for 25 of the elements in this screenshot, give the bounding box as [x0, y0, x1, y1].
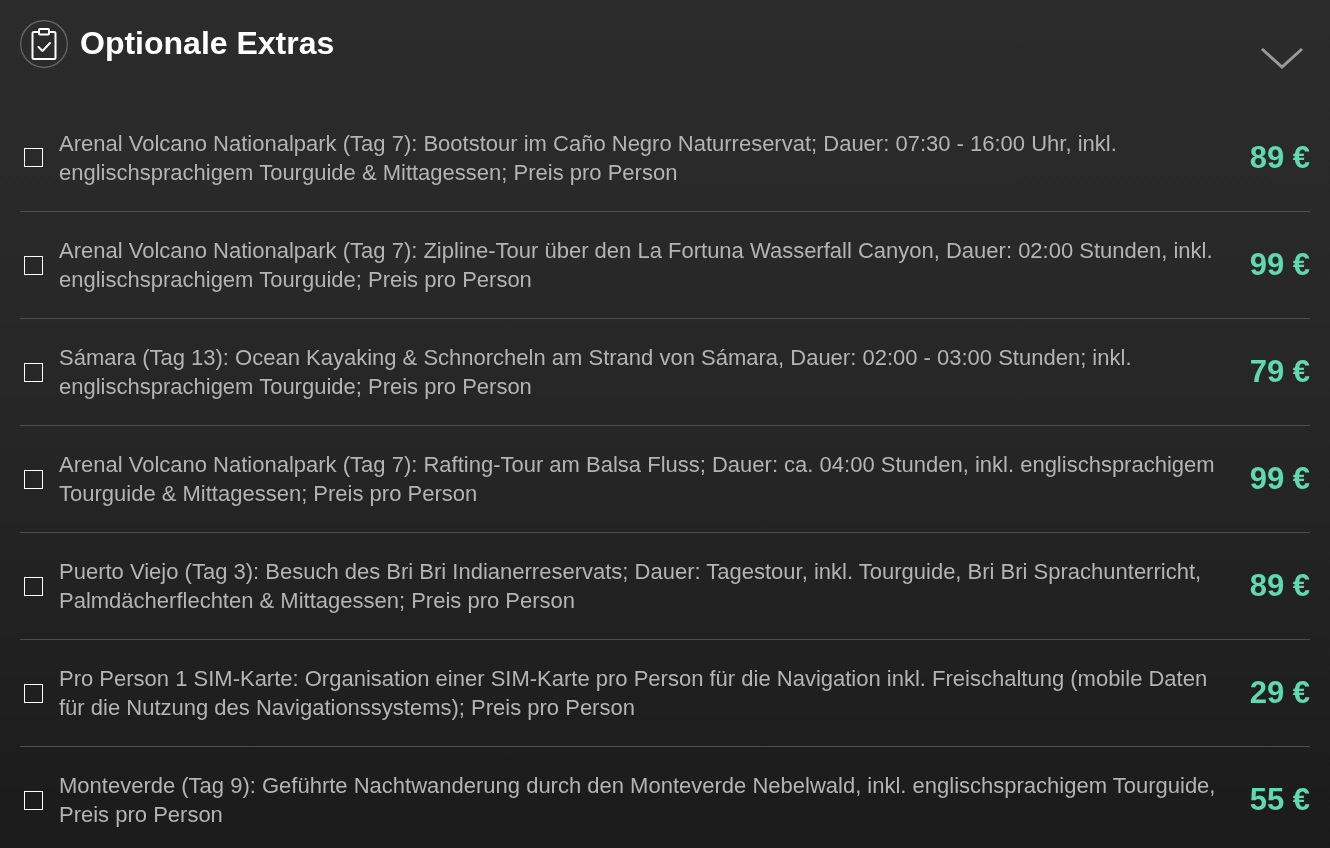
clipboard-check-icon — [20, 20, 68, 68]
extra-description: Arenal Volcano Nationalpark (Tag 7): Rafting-Tour am Balsa Fluss; Dauer: ca. 04:00 Stunden, inkl. englischsprachigem Tourguide & Mittagessen; Preis pro Person — [59, 451, 1216, 508]
extra-description: Arenal Volcano Nationalpark (Tag 7): Zipline-Tour über den La Fortuna Wasserfall Canyon, Dauer: 02:00 Stunden, inkl. englischsprachigem Tourguide; Preis pro Person — [59, 237, 1214, 294]
extra-description: Pro Person 1 SIM-Karte: Organisation einer SIM-Karte pro Person für die Navigation inkl. Freischaltung (mobile Daten für die Nutzung des Navigationssystems); Preis pro Person — [59, 665, 1209, 722]
checkbox[interactable] — [24, 790, 43, 810]
extra-price: 99 € — [1249, 247, 1310, 283]
chevron-icon — [1260, 47, 1304, 69]
extra-price: 55 € — [1249, 782, 1310, 818]
checkbox[interactable] — [24, 148, 43, 167]
section-title: Optionale Extras — [80, 24, 335, 63]
extra-price: 99 € — [1249, 461, 1310, 497]
checkbox[interactable] — [24, 469, 43, 489]
extra-description: Arenal Volcano Nationalpark (Tag 7): Bootstour im Caño Negro Naturreservat; Dauer: 07:30 - 16:00 Uhr, inkl. englischsprachigem Tourguide & Mittagessen; Preis pro Person — [59, 129, 1118, 187]
collapse-button[interactable] — [1260, 46, 1304, 70]
extra-price: 79 € — [1249, 354, 1310, 390]
extra-description: Sámara (Tag 13): Ocean Kayaking & Schnorcheln am Strand von Sámara, Dauer: 02:00 - 03:00 Stunden; inkl. englischsprachigem Tourguide; Preis pro Person — [59, 344, 1133, 401]
extra-price: 89 € — [1249, 568, 1310, 604]
extra-description: Monteverde (Tag 9): Geführte Nachtwanderung durch den Monteverde Nebelwald, inkl. englischsprachigem Tourguide, Preis pro Person — [59, 772, 1217, 829]
checkbox[interactable] — [24, 255, 43, 275]
extra-description: Puerto Viejo (Tag 3): Besuch des Bri Bri Indianerreservats; Dauer: Tagestour, inkl. Tourguide, Bri Bri Sprachunterricht, Palmdächerflechten & Mittagessen; Preis pro Person — [59, 558, 1203, 615]
checkbox[interactable] — [24, 362, 43, 382]
extra-price: 29 € — [1249, 675, 1310, 711]
checkbox[interactable] — [24, 576, 43, 596]
checkbox[interactable] — [24, 683, 43, 703]
extra-price: 89 € — [1249, 139, 1310, 176]
